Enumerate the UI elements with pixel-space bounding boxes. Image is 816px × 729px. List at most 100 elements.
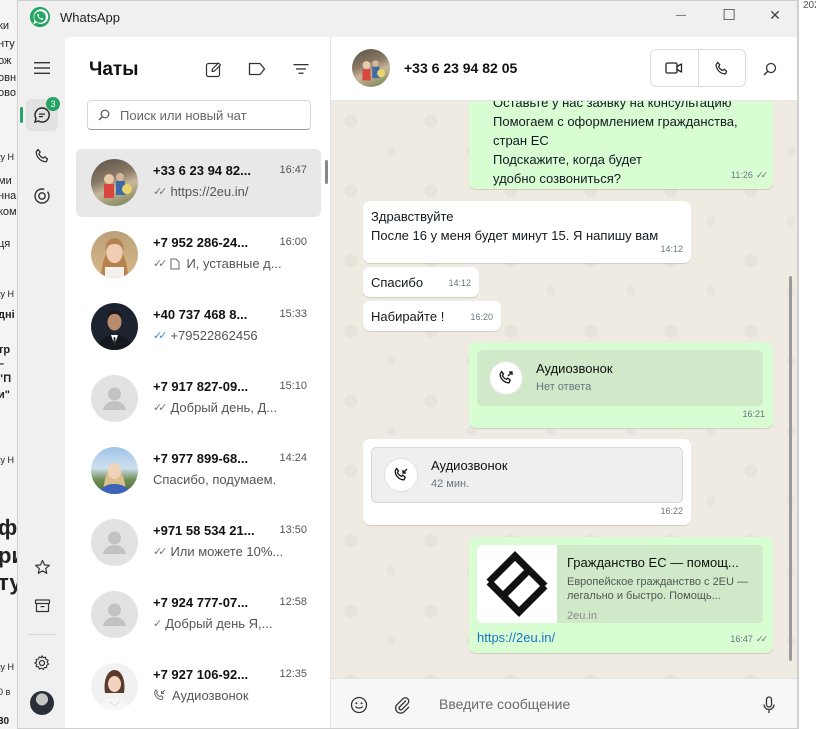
- profile-avatar[interactable]: [30, 691, 54, 715]
- message-bubble-incoming[interactable]: Здравствуйте После 16 у меня будет минут…: [363, 201, 691, 263]
- search-input[interactable]: Поиск или новый чат: [120, 108, 247, 123]
- read-ticks-icon: ✓✓: [153, 330, 168, 342]
- message-bubble-outgoing[interactable]: Оставьте у нас заявку на консультацию По…: [469, 101, 773, 189]
- chat-time: 12:58: [279, 596, 307, 608]
- close-icon: ✕: [769, 6, 781, 23]
- call-title: Аудиозвонок: [536, 361, 613, 376]
- outgoing-call-icon: [490, 362, 522, 394]
- chat-preview-text: Добрый день Я,...: [165, 616, 273, 631]
- paperclip-icon: [395, 697, 410, 714]
- message-time: 14:12: [448, 278, 471, 288]
- menu-button[interactable]: [26, 52, 58, 84]
- message-bubble-incoming[interactable]: Набирайте ! 16:20: [363, 301, 501, 331]
- message-bubble-incoming[interactable]: Спасибо 14:12: [363, 267, 479, 297]
- title-bar[interactable]: WhatsApp — ☐ ✕: [18, 1, 797, 37]
- chat-preview: ✓✓ +79522862456: [153, 328, 303, 343]
- message-link[interactable]: https://2eu.in/: [477, 628, 555, 647]
- chat-item[interactable]: +40 737 468 8... 15:33 ✓✓ +79522862456: [76, 293, 321, 361]
- close-window-button[interactable]: ✕: [752, 1, 797, 29]
- message-meta: 11:26 ✓✓: [731, 166, 768, 185]
- link-message-outgoing[interactable]: Гражданство ЕС — помощ... Европейское гр…: [469, 537, 773, 653]
- voice-message-button[interactable]: [758, 694, 780, 716]
- chat-list-panel: Чаты Поиск или новый чат +33 6 23 94 82.…: [65, 37, 331, 728]
- contact-avatar: [91, 231, 138, 278]
- maximize-button[interactable]: ☐: [706, 1, 752, 29]
- video-camera-icon: [665, 62, 683, 74]
- conversation-title[interactable]: +33 6 23 94 82 05: [404, 60, 517, 76]
- chat-item[interactable]: +33 6 23 94 82... 16:47 ✓✓ https://2eu.in…: [76, 149, 321, 217]
- message-scrollbar[interactable]: [789, 276, 792, 661]
- archive-nav-button[interactable]: [26, 590, 58, 622]
- star-icon: [34, 559, 50, 574]
- active-indicator: [20, 107, 23, 123]
- chat-item[interactable]: +7 977 899-68... 14:24 Спасибо, подумаем…: [76, 437, 321, 505]
- emoji-button[interactable]: [348, 694, 370, 716]
- call-card[interactable]: Аудиозвонок Нет ответа: [477, 350, 763, 406]
- call-message-incoming[interactable]: Аудиозвонок 42 мин. 16:22: [363, 439, 691, 525]
- starred-nav-button[interactable]: [26, 551, 58, 583]
- chat-time: 15:10: [279, 380, 307, 392]
- chat-preview-text: Или можете 10%...: [170, 544, 284, 559]
- chats-nav-button[interactable]: 3: [26, 97, 60, 131]
- conversation-search-button[interactable]: [760, 59, 780, 79]
- message-time: 11:26: [731, 170, 753, 180]
- message-time: 16:21: [742, 409, 765, 419]
- message-meta: 16:21: [742, 405, 765, 424]
- chat-preview-text: Спасибо, подумаем.: [153, 472, 277, 487]
- chat-name: +40 737 468 8...: [153, 307, 248, 322]
- chat-name: +7 927 106-92...: [153, 667, 249, 682]
- calls-nav-button[interactable]: [26, 140, 58, 172]
- message-meta: 16:22: [660, 502, 683, 521]
- chat-preview: Спасибо, подумаем.: [153, 472, 303, 487]
- new-chat-button[interactable]: [201, 57, 225, 81]
- hamburger-icon: [34, 62, 50, 74]
- conversation-avatar[interactable]: [352, 49, 390, 87]
- labels-button[interactable]: [245, 57, 269, 81]
- chat-item[interactable]: +971 58 534 21... 13:50 ✓✓ Или можете 10%…: [76, 509, 321, 577]
- call-duration: 42 мин.: [431, 478, 470, 490]
- message-input[interactable]: Введите сообщение: [439, 696, 570, 712]
- whatsapp-window: WhatsApp — ☐ ✕ 3 Чаты Поиск или новый ча…: [17, 0, 798, 729]
- minimize-button[interactable]: —: [658, 1, 704, 29]
- filter-button[interactable]: [289, 57, 313, 81]
- chat-name: +971 58 534 21...: [153, 523, 255, 538]
- contact-avatar: [91, 303, 138, 350]
- read-ticks-icon: ✓✓: [755, 170, 768, 180]
- status-nav-button[interactable]: [26, 180, 58, 212]
- read-ticks-icon: ✓✓: [153, 402, 168, 414]
- read-ticks-icon: ✓✓: [153, 258, 168, 270]
- attach-button[interactable]: [391, 694, 413, 716]
- chat-name: +7 952 286-24...: [153, 235, 249, 250]
- compose-icon: [205, 61, 221, 77]
- background-window-fragment: ки нту ож овн ово ty H ми нна ком ця ty …: [0, 0, 17, 729]
- search-box[interactable]: Поиск или новый чат: [87, 100, 311, 130]
- call-message-outgoing[interactable]: Аудиозвонок Нет ответа 16:21: [469, 342, 773, 428]
- contact-avatar: [91, 447, 138, 494]
- call-buttons: [650, 49, 746, 87]
- chat-list-scrollbar[interactable]: [325, 160, 328, 184]
- search-icon: [763, 62, 777, 76]
- chat-item[interactable]: +7 952 286-24... 16:00 ✓✓ И, уставные д..…: [76, 221, 321, 289]
- link-preview-card[interactable]: Гражданство ЕС — помощ... Европейское гр…: [477, 545, 763, 623]
- chat-item[interactable]: +7 917 827-09... 15:10 ✓✓ Добрый день, Д.…: [76, 365, 321, 433]
- gear-icon: [34, 655, 50, 671]
- chat-time: 16:47: [279, 164, 307, 176]
- chat-time: 15:33: [279, 308, 307, 320]
- chat-preview: ✓✓ Или можете 10%...: [153, 544, 303, 559]
- message-area[interactable]: Оставьте у нас заявку на консультацию По…: [331, 101, 797, 678]
- settings-nav-button[interactable]: [26, 647, 58, 679]
- message-time: 16:47: [730, 634, 753, 644]
- sent-tick-icon: ✓: [153, 618, 162, 630]
- video-call-button[interactable]: [651, 50, 698, 86]
- call-title: Аудиозвонок: [431, 458, 508, 473]
- message-meta: 14:12: [660, 240, 683, 259]
- call-card[interactable]: Аудиозвонок 42 мин.: [371, 447, 683, 503]
- search-icon: [98, 108, 112, 122]
- unread-badge: 3: [46, 97, 60, 111]
- voice-call-button[interactable]: [697, 50, 745, 86]
- link-title: Гражданство ЕС — помощ...: [567, 555, 739, 570]
- chat-preview-text: https://2eu.in/: [170, 184, 249, 199]
- chat-preview: Аудиозвонок: [153, 688, 303, 703]
- chat-item[interactable]: +7 924 777-07... 12:58 ✓ Добрый день Я,..…: [76, 581, 321, 649]
- chat-item[interactable]: +7 927 106-92... 12:35 Аудиозвонок: [76, 653, 321, 721]
